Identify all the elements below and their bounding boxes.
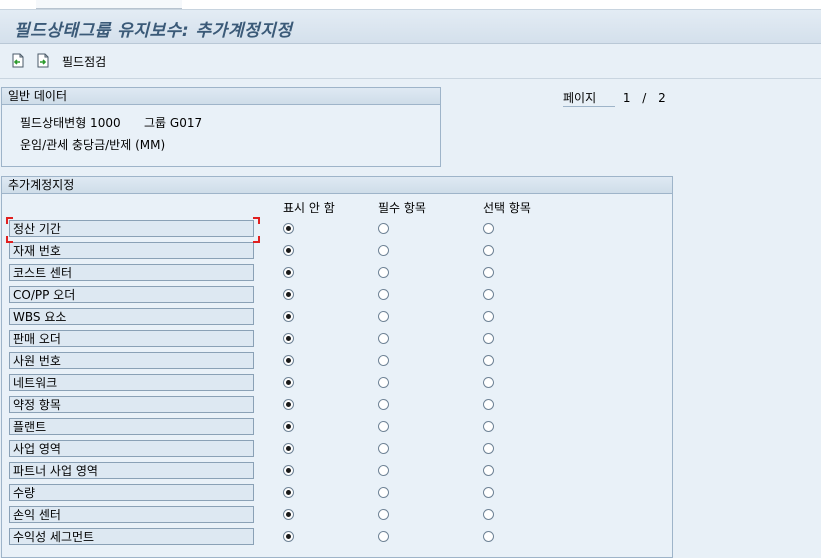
radio-suppress[interactable] [283,289,294,300]
radio-required[interactable] [378,333,389,344]
radio-suppress[interactable] [283,421,294,432]
radio-suppress[interactable] [283,333,294,344]
radio-required[interactable] [378,465,389,476]
general-data-title: 일반 데이터 [2,88,440,105]
radio-suppress[interactable] [283,443,294,454]
radio-suppress[interactable] [283,399,294,410]
radio-optional[interactable] [483,531,494,542]
field-label[interactable]: 약정 항목 [9,396,254,413]
radio-required[interactable] [378,223,389,234]
radio-optional[interactable] [483,333,494,344]
radio-suppress[interactable] [283,267,294,278]
window-title: 필드상태그룹 유지보수: 추가계정지정 [14,21,293,41]
field-label[interactable]: 사업 영역 [9,440,254,457]
field-label[interactable]: 판매 오더 [9,330,254,347]
radio-required[interactable] [378,311,389,322]
field-label[interactable]: 코스트 센터 [9,264,254,281]
radio-suppress[interactable] [283,465,294,476]
field-label[interactable]: WBS 요소 [9,308,254,325]
top-strip [0,0,821,10]
additional-account-title: 추가계정지정 [2,177,672,194]
radio-required[interactable] [378,377,389,388]
field-label[interactable]: 네트워크 [9,374,254,391]
focus-marker [6,217,13,224]
radio-optional[interactable] [483,223,494,234]
radio-optional[interactable] [483,465,494,476]
radio-optional[interactable] [483,267,494,278]
radio-suppress[interactable] [283,487,294,498]
radio-suppress[interactable] [283,355,294,366]
focus-marker [253,236,260,243]
radio-required[interactable] [378,421,389,432]
radio-optional[interactable] [483,355,494,366]
col-header-optional: 선택 항목 [483,201,531,215]
radio-required[interactable] [378,267,389,278]
application-toolbar: 필드점검 [0,44,821,79]
radio-required[interactable] [378,531,389,542]
radio-suppress[interactable] [283,245,294,256]
field-label[interactable]: 정산 기간 [9,220,254,237]
page-indicator: 페이지 1 / 2 [563,89,666,107]
field-label[interactable]: 사원 번호 [9,352,254,369]
radio-required[interactable] [378,245,389,256]
radio-required[interactable] [378,443,389,454]
col-header-suppress: 표시 안 함 [283,201,335,215]
radio-optional[interactable] [483,377,494,388]
radio-optional[interactable] [483,245,494,256]
group-description: 운임/관세 충당금/반제 (MM) [20,138,166,152]
radio-required[interactable] [378,289,389,300]
radio-required[interactable] [378,487,389,498]
radio-suppress[interactable] [283,223,294,234]
field-label[interactable]: 자재 번호 [9,242,254,259]
radio-required[interactable] [378,355,389,366]
radio-required[interactable] [378,399,389,410]
general-data-group: 일반 데이터 필드상태변형 1000 그룹 G017 운임/관세 충당금/반제 … [1,87,441,167]
page-separator: / [642,91,647,105]
focus-marker [253,217,260,224]
radio-optional[interactable] [483,509,494,520]
prev-screen-icon[interactable] [11,53,25,68]
radio-suppress[interactable] [283,311,294,322]
radio-optional[interactable] [483,311,494,322]
focus-marker [6,236,13,243]
field-label[interactable]: 수익성 세그먼트 [9,528,254,545]
radio-optional[interactable] [483,289,494,300]
field-label[interactable]: 손익 센터 [9,506,254,523]
title-bar: 필드상태그룹 유지보수: 추가계정지정 [0,10,821,44]
field-check-button[interactable]: 필드점검 [62,53,106,70]
group-value: 그룹 G017 [144,116,203,130]
field-status-variant: 필드상태변형 1000 [20,116,121,130]
radio-optional[interactable] [483,399,494,410]
radio-suppress[interactable] [283,509,294,520]
radio-suppress[interactable] [283,377,294,388]
col-header-required: 필수 항목 [378,201,426,215]
radio-suppress[interactable] [283,531,294,542]
page-label: 페이지 [563,89,615,107]
field-label[interactable]: CO/PP 오더 [9,286,254,303]
field-label[interactable]: 파트너 사업 영역 [9,462,254,479]
page-current: 1 [622,91,631,105]
next-screen-icon[interactable] [36,53,50,68]
radio-required[interactable] [378,509,389,520]
command-field-area[interactable] [36,0,182,9]
radio-optional[interactable] [483,421,494,432]
radio-optional[interactable] [483,487,494,498]
page-total: 2 [658,91,666,105]
field-label[interactable]: 수량 [9,484,254,501]
radio-optional[interactable] [483,443,494,454]
field-label[interactable]: 플랜트 [9,418,254,435]
